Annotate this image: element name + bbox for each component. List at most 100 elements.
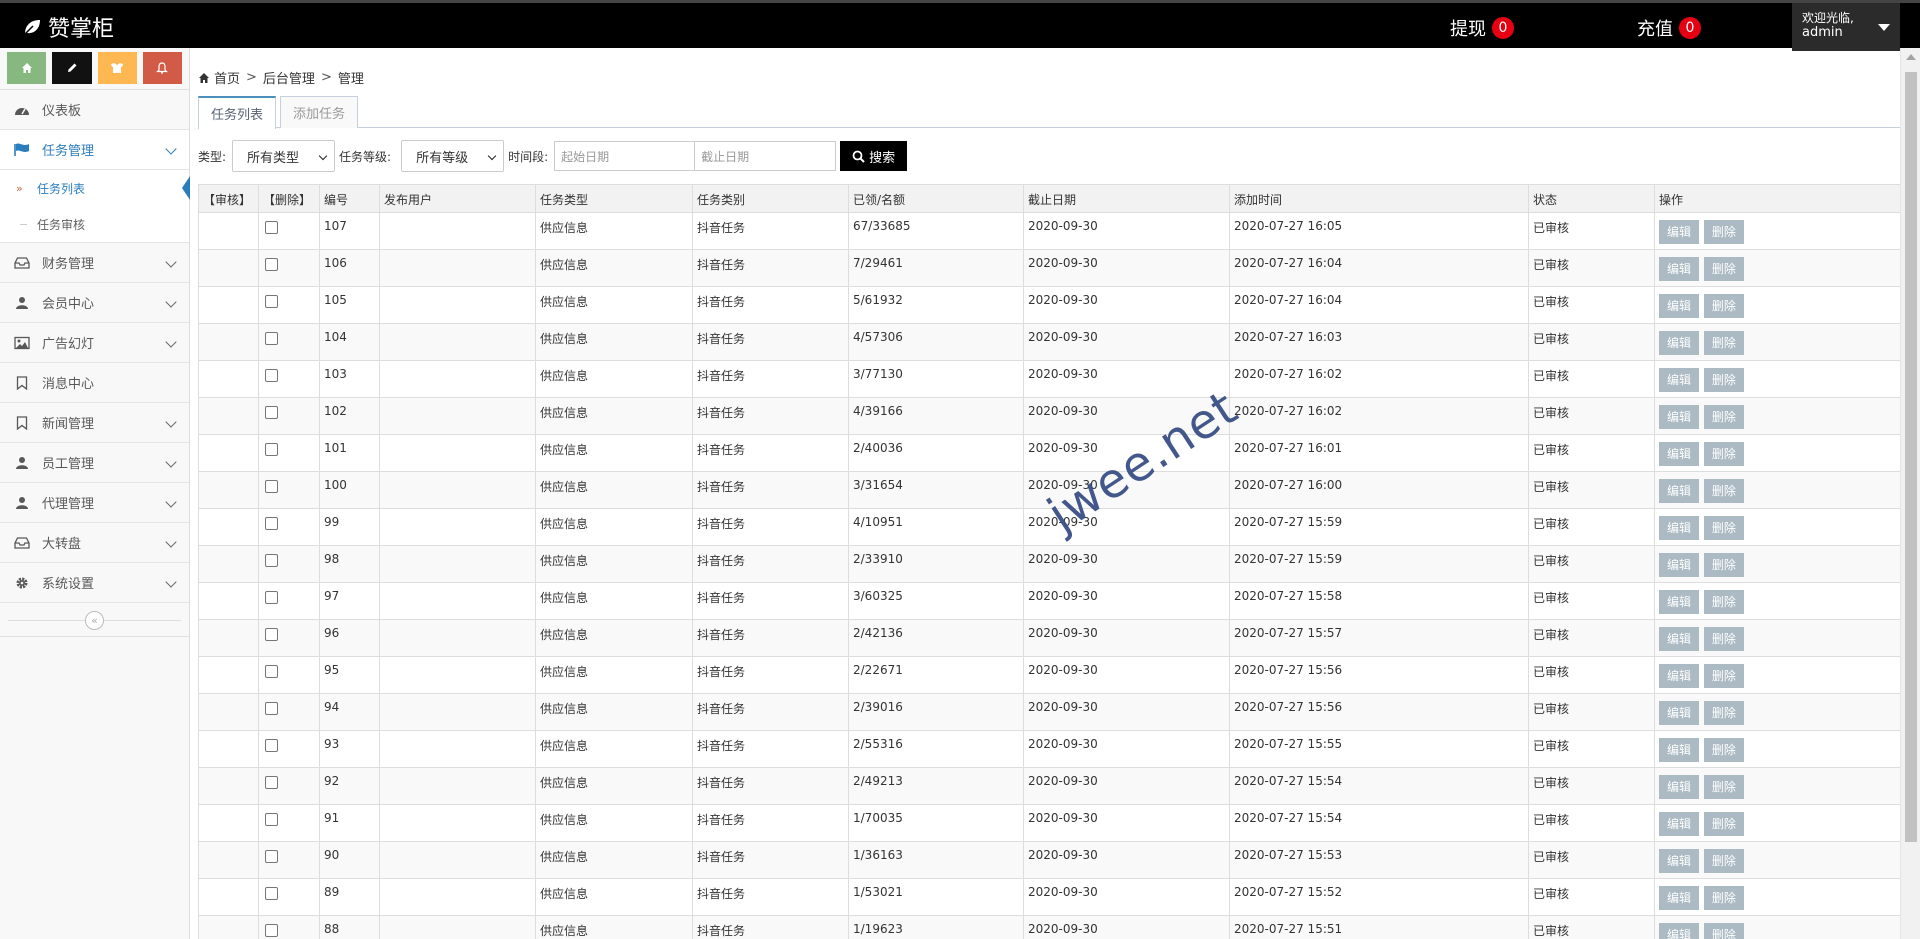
edit-button[interactable]: 编辑: [1659, 257, 1699, 281]
tab-task-list[interactable]: 任务列表: [198, 96, 277, 129]
row-select-checkbox[interactable]: [265, 258, 278, 271]
user-menu[interactable]: 欢迎光临, admin: [1792, 3, 1900, 51]
delete-button[interactable]: 删除: [1703, 886, 1744, 910]
end-date-input[interactable]: 截止日期: [695, 141, 837, 171]
row-select-checkbox[interactable]: [265, 221, 278, 234]
page-scrollbar[interactable]: [1900, 48, 1920, 939]
sidebar-item-task-review[interactable]: 任务审核: [0, 206, 189, 242]
edit-button[interactable]: 编辑: [1659, 331, 1699, 355]
edit-button[interactable]: 编辑: [1659, 812, 1699, 836]
row-select-checkbox[interactable]: [265, 369, 278, 382]
table-row: 88 供应信息 抖音任务 1/19623 2020-09-30 2020-07-27 15…: [198, 915, 1904, 939]
row-select-checkbox[interactable]: [265, 850, 278, 863]
sidebar-item-finance[interactable]: 财务管理: [0, 243, 189, 283]
edit-button[interactable]: 编辑: [1659, 886, 1699, 910]
collapse-sidebar-button[interactable]: «: [85, 611, 104, 630]
sidebar-item-agents[interactable]: 代理管理: [0, 483, 189, 523]
shortcut-home-button[interactable]: [7, 52, 47, 84]
sidebar-item-members[interactable]: 会员中心: [0, 283, 189, 323]
row-select-checkbox[interactable]: [265, 554, 278, 567]
edit-button[interactable]: 编辑: [1659, 664, 1699, 688]
delete-button[interactable]: 删除: [1703, 516, 1744, 540]
delete-button[interactable]: 删除: [1703, 775, 1744, 799]
row-select-checkbox[interactable]: [265, 443, 278, 456]
edit-button[interactable]: 编辑: [1659, 220, 1699, 244]
edit-button[interactable]: 编辑: [1659, 368, 1699, 392]
delete-button[interactable]: 删除: [1703, 405, 1744, 429]
edit-button[interactable]: 编辑: [1659, 553, 1699, 577]
delete-button[interactable]: 删除: [1703, 220, 1744, 244]
row-select-checkbox[interactable]: [265, 628, 278, 641]
scrollbar-thumb[interactable]: [1905, 72, 1917, 842]
type-select[interactable]: 所有类型: [232, 140, 336, 172]
row-select-checkbox[interactable]: [265, 813, 278, 826]
shortcut-bell-button[interactable]: [142, 52, 182, 84]
task-type: 供应信息: [535, 804, 693, 842]
delete-button[interactable]: 删除: [1703, 331, 1744, 355]
sidebar-item-tasks[interactable]: 任务管理: [0, 130, 189, 170]
sidebar-item-ads[interactable]: 广告幻灯: [0, 323, 189, 363]
sidebar-item-news[interactable]: 新闻管理: [0, 403, 189, 443]
shortcut-users-button[interactable]: [97, 52, 137, 84]
sidebar-item-wheel[interactable]: 大转盘: [0, 523, 189, 563]
edit-button[interactable]: 编辑: [1659, 701, 1699, 725]
row-select-checkbox[interactable]: [265, 887, 278, 900]
row-select-checkbox[interactable]: [265, 591, 278, 604]
sidebar-item-dashboard[interactable]: 仪表板: [0, 90, 189, 130]
row-select-checkbox[interactable]: [265, 924, 278, 937]
delete-button[interactable]: 删除: [1703, 553, 1744, 577]
edit-button[interactable]: 编辑: [1659, 516, 1699, 540]
task-added-time: 2020-07-27 15:53: [1229, 841, 1529, 879]
breadcrumb-admin-link[interactable]: 后台管理: [263, 68, 315, 87]
delete-button[interactable]: 删除: [1703, 701, 1744, 725]
shortcut-edit-button[interactable]: [52, 52, 92, 84]
edit-button[interactable]: 编辑: [1659, 442, 1699, 466]
row-select-checkbox[interactable]: [265, 739, 278, 752]
edit-button[interactable]: 编辑: [1659, 923, 1699, 939]
row-select-checkbox[interactable]: [265, 480, 278, 493]
sidebar-item-settings[interactable]: 系统设置: [0, 563, 189, 603]
sidebar-item-messages[interactable]: 消息中心: [0, 363, 189, 403]
edit-button[interactable]: 编辑: [1659, 405, 1699, 429]
edit-button[interactable]: 编辑: [1659, 775, 1699, 799]
row-select-checkbox[interactable]: [265, 332, 278, 345]
delete-button[interactable]: 删除: [1703, 368, 1744, 392]
delete-button[interactable]: 删除: [1703, 257, 1744, 281]
delete-button[interactable]: 删除: [1703, 812, 1744, 836]
delete-button[interactable]: 删除: [1703, 627, 1744, 651]
search-button[interactable]: 搜索: [840, 141, 908, 171]
delete-button[interactable]: 删除: [1703, 590, 1744, 614]
users-icon: [111, 63, 124, 73]
sidebar-item-task-list[interactable]: » 任务列表: [0, 170, 190, 206]
level-select[interactable]: 所有等级: [401, 140, 505, 172]
edit-button[interactable]: 编辑: [1659, 627, 1699, 651]
edit-button[interactable]: 编辑: [1659, 590, 1699, 614]
delete-button[interactable]: 删除: [1703, 479, 1744, 503]
row-select-checkbox[interactable]: [265, 295, 278, 308]
task-added-time: 2020-07-27 16:02: [1229, 360, 1529, 398]
brand-logo[interactable]: 赞掌柜: [22, 13, 114, 42]
row-select-checkbox[interactable]: [265, 517, 278, 530]
delete-button[interactable]: 删除: [1703, 664, 1744, 688]
start-date-input[interactable]: 起始日期: [554, 141, 696, 171]
delete-button[interactable]: 删除: [1703, 442, 1744, 466]
scroll-up-arrow-icon[interactable]: [1906, 54, 1916, 60]
sidebar-item-staff[interactable]: 员工管理: [0, 443, 189, 483]
recharge-link[interactable]: 充值 0: [1637, 15, 1701, 41]
delete-button[interactable]: 删除: [1703, 294, 1744, 318]
edit-button[interactable]: 编辑: [1659, 479, 1699, 503]
row-select-checkbox[interactable]: [265, 665, 278, 678]
table-row: 95 供应信息 抖音任务 2/22671 2020-09-30 2020-07-27 15…: [198, 656, 1904, 694]
edit-button[interactable]: 编辑: [1659, 849, 1699, 873]
edit-button[interactable]: 编辑: [1659, 738, 1699, 762]
tab-add-task[interactable]: 添加任务: [280, 96, 359, 128]
delete-button[interactable]: 删除: [1703, 923, 1744, 939]
row-select-checkbox[interactable]: [265, 406, 278, 419]
delete-button[interactable]: 删除: [1703, 849, 1744, 873]
breadcrumb-home-link[interactable]: 首页: [214, 68, 240, 87]
edit-button[interactable]: 编辑: [1659, 294, 1699, 318]
row-select-checkbox[interactable]: [265, 702, 278, 715]
row-select-checkbox[interactable]: [265, 776, 278, 789]
delete-button[interactable]: 删除: [1703, 738, 1744, 762]
withdraw-link[interactable]: 提现 0: [1450, 15, 1514, 41]
